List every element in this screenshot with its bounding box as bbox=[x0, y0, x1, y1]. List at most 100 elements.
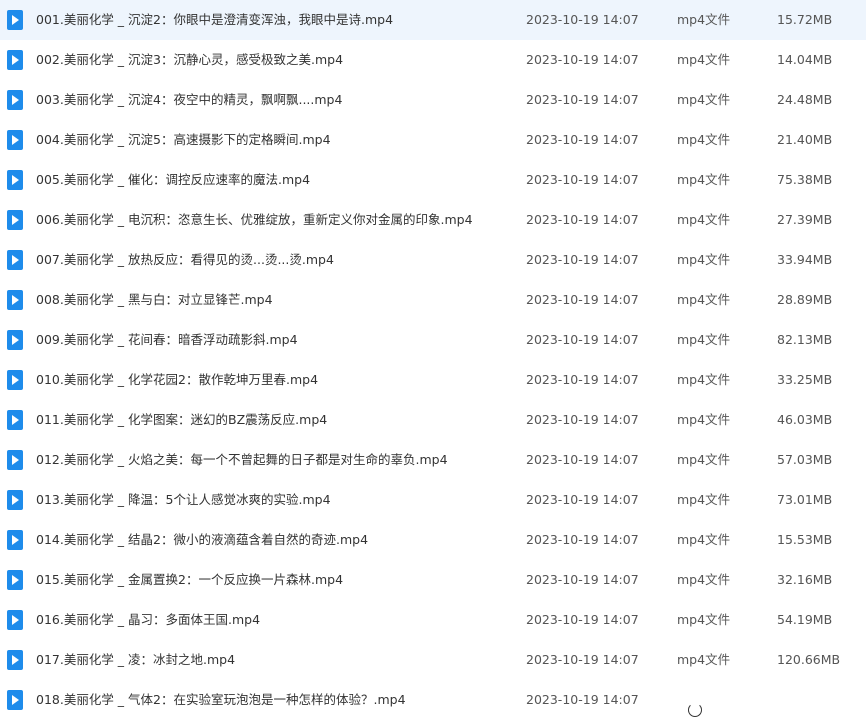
file-modified-date: 2023-10-19 14:07 bbox=[526, 172, 639, 187]
file-row[interactable]: 006.美丽化学 _ 电沉积：恣意生长、优雅绽放，重新定义你对金属的印象.mp4… bbox=[0, 200, 866, 240]
file-size: 75.38MB bbox=[777, 172, 833, 187]
file-modified-date: 2023-10-19 14:07 bbox=[526, 652, 639, 667]
file-type: mp4文件 bbox=[677, 12, 731, 27]
file-name: 005.美丽化学 _ 催化：调控反应速率的魔法.mp4 bbox=[36, 172, 311, 187]
video-file-icon bbox=[7, 250, 23, 270]
file-row[interactable]: 010.美丽化学 _ 化学花园2：散作乾坤万里春.mp4 2023-10-19 1… bbox=[0, 360, 866, 400]
file-name: 007.美丽化学 _ 放热反应：看得见的烫...烫...烫.mp4 bbox=[36, 252, 334, 267]
file-modified-date: 2023-10-19 14:07 bbox=[526, 532, 639, 547]
file-row[interactable]: 009.美丽化学 _ 花间春：暗香浮动疏影斜.mp4 2023-10-19 14:… bbox=[0, 320, 866, 360]
file-row[interactable]: 002.美丽化学 _ 沉淀3：沉静心灵，感受极致之美.mp4 2023-10-19… bbox=[0, 40, 866, 80]
file-type: mp4文件 bbox=[677, 492, 731, 507]
file-size: 27.39MB bbox=[777, 212, 833, 227]
file-name: 016.美丽化学 _ 晶习：多面体王国.mp4 bbox=[36, 612, 261, 627]
video-file-icon bbox=[7, 170, 23, 190]
file-row[interactable]: 015.美丽化学 _ 金属置换2：一个反应换一片森林.mp4 2023-10-19… bbox=[0, 560, 866, 600]
file-type: mp4文件 bbox=[677, 132, 731, 147]
file-modified-date: 2023-10-19 14:07 bbox=[526, 372, 639, 387]
file-modified-date: 2023-10-19 14:07 bbox=[526, 12, 639, 27]
video-file-icon bbox=[7, 10, 23, 30]
file-name: 006.美丽化学 _ 电沉积：恣意生长、优雅绽放，重新定义你对金属的印象.mp4 bbox=[36, 212, 473, 227]
file-row[interactable]: 017.美丽化学 _ 凌：冰封之地.mp4 2023-10-19 14:07 mp4… bbox=[0, 640, 866, 680]
file-name: 010.美丽化学 _ 化学花园2：散作乾坤万里春.mp4 bbox=[36, 372, 319, 387]
file-type: mp4文件 bbox=[677, 172, 731, 187]
file-size: 33.25MB bbox=[777, 372, 833, 387]
file-name: 011.美丽化学 _ 化学图案：迷幻的BZ震荡反应.mp4 bbox=[36, 412, 328, 427]
video-file-icon bbox=[7, 530, 23, 550]
file-type: mp4文件 bbox=[677, 532, 731, 547]
file-size: 32.16MB bbox=[777, 572, 833, 587]
file-row[interactable]: 016.美丽化学 _ 晶习：多面体王国.mp4 2023-10-19 14:07 m… bbox=[0, 600, 866, 640]
file-name: 014.美丽化学 _ 结晶2：微小的液滴蕴含着自然的奇迹.mp4 bbox=[36, 532, 369, 547]
file-type: mp4文件 bbox=[677, 372, 731, 387]
video-file-icon bbox=[7, 570, 23, 590]
video-file-icon bbox=[7, 90, 23, 110]
video-file-icon bbox=[7, 210, 23, 230]
file-size: 28.89MB bbox=[777, 292, 833, 307]
file-modified-date: 2023-10-19 14:07 bbox=[526, 572, 639, 587]
file-name: 002.美丽化学 _ 沉淀3：沉静心灵，感受极致之美.mp4 bbox=[36, 52, 344, 67]
file-type: mp4文件 bbox=[677, 652, 731, 667]
file-row[interactable]: 001.美丽化学 _ 沉淀2：你眼中是澄清变浑浊，我眼中是诗.mp4 2023-1… bbox=[0, 0, 866, 40]
file-modified-date: 2023-10-19 14:07 bbox=[526, 692, 639, 707]
file-name: 013.美丽化学 _ 降温：5个让人感觉冰爽的实验.mp4 bbox=[36, 492, 331, 507]
video-file-icon bbox=[7, 410, 23, 430]
file-size: 21.40MB bbox=[777, 132, 833, 147]
file-modified-date: 2023-10-19 14:07 bbox=[526, 52, 639, 67]
file-row[interactable]: 004.美丽化学 _ 沉淀5：高速摄影下的定格瞬间.mp4 2023-10-19 … bbox=[0, 120, 866, 160]
file-type: mp4文件 bbox=[677, 252, 731, 267]
file-size: 120.66MB bbox=[777, 652, 841, 667]
file-size bbox=[777, 680, 862, 711]
file-size: 54.19MB bbox=[777, 612, 833, 627]
video-file-icon bbox=[7, 130, 23, 150]
file-type: mp4文件 bbox=[677, 52, 731, 67]
file-name: 018.美丽化学 _ 气体2：在实验室玩泡泡是一种怎样的体验？.mp4 bbox=[36, 692, 406, 707]
file-size: 24.48MB bbox=[777, 92, 833, 107]
file-size: 57.03MB bbox=[777, 452, 833, 467]
video-file-icon bbox=[7, 370, 23, 390]
video-file-icon bbox=[7, 650, 23, 670]
file-modified-date: 2023-10-19 14:07 bbox=[526, 292, 639, 307]
video-file-icon bbox=[7, 330, 23, 350]
file-row[interactable]: 018.美丽化学 _ 气体2：在实验室玩泡泡是一种怎样的体验？.mp4 2023-… bbox=[0, 680, 866, 711]
file-row[interactable]: 005.美丽化学 _ 催化：调控反应速率的魔法.mp4 2023-10-19 14… bbox=[0, 160, 866, 200]
file-name: 003.美丽化学 _ 沉淀4：夜空中的精灵，飘啊飘....mp4 bbox=[36, 92, 343, 107]
file-type: mp4文件 bbox=[677, 292, 731, 307]
file-size: 33.94MB bbox=[777, 252, 833, 267]
file-row[interactable]: 003.美丽化学 _ 沉淀4：夜空中的精灵，飘啊飘....mp4 2023-10-… bbox=[0, 80, 866, 120]
file-name: 012.美丽化学 _ 火焰之美：每一个不曾起舞的日子都是对生命的辜负.mp4 bbox=[36, 452, 448, 467]
file-type: mp4文件 bbox=[677, 212, 731, 227]
file-modified-date: 2023-10-19 14:07 bbox=[526, 92, 639, 107]
file-row[interactable]: 012.美丽化学 _ 火焰之美：每一个不曾起舞的日子都是对生命的辜负.mp4 20… bbox=[0, 440, 866, 480]
file-name: 001.美丽化学 _ 沉淀2：你眼中是澄清变浑浊，我眼中是诗.mp4 bbox=[36, 12, 394, 27]
video-file-icon bbox=[7, 690, 23, 710]
file-row[interactable]: 013.美丽化学 _ 降温：5个让人感觉冰爽的实验.mp4 2023-10-19 … bbox=[0, 480, 866, 520]
video-file-icon bbox=[7, 610, 23, 630]
file-modified-date: 2023-10-19 14:07 bbox=[526, 452, 639, 467]
file-type: mp4文件 bbox=[677, 332, 731, 347]
file-modified-date: 2023-10-19 14:07 bbox=[526, 252, 639, 267]
file-type: mp4文件 bbox=[677, 412, 731, 427]
file-size: 15.53MB bbox=[777, 532, 833, 547]
loading-spinner-icon bbox=[688, 703, 702, 717]
file-modified-date: 2023-10-19 14:07 bbox=[526, 492, 639, 507]
file-name: 004.美丽化学 _ 沉淀5：高速摄影下的定格瞬间.mp4 bbox=[36, 132, 331, 147]
file-row[interactable]: 008.美丽化学 _ 黑与白：对立显锋芒.mp4 2023-10-19 14:07… bbox=[0, 280, 866, 320]
file-size: 73.01MB bbox=[777, 492, 833, 507]
file-list: 001.美丽化学 _ 沉淀2：你眼中是澄清变浑浊，我眼中是诗.mp4 2023-1… bbox=[0, 0, 866, 711]
video-file-icon bbox=[7, 290, 23, 310]
file-name: 009.美丽化学 _ 花间春：暗香浮动疏影斜.mp4 bbox=[36, 332, 298, 347]
video-file-icon bbox=[7, 50, 23, 70]
file-name: 008.美丽化学 _ 黑与白：对立显锋芒.mp4 bbox=[36, 292, 273, 307]
file-name: 015.美丽化学 _ 金属置换2：一个反应换一片森林.mp4 bbox=[36, 572, 344, 587]
file-row[interactable]: 007.美丽化学 _ 放热反应：看得见的烫...烫...烫.mp4 2023-10… bbox=[0, 240, 866, 280]
file-size: 82.13MB bbox=[777, 332, 833, 347]
file-size: 46.03MB bbox=[777, 412, 833, 427]
video-file-icon bbox=[7, 490, 23, 510]
file-modified-date: 2023-10-19 14:07 bbox=[526, 212, 639, 227]
file-row[interactable]: 011.美丽化学 _ 化学图案：迷幻的BZ震荡反应.mp4 2023-10-19 … bbox=[0, 400, 866, 440]
file-row[interactable]: 014.美丽化学 _ 结晶2：微小的液滴蕴含着自然的奇迹.mp4 2023-10-… bbox=[0, 520, 866, 560]
file-modified-date: 2023-10-19 14:07 bbox=[526, 132, 639, 147]
file-name: 017.美丽化学 _ 凌：冰封之地.mp4 bbox=[36, 652, 236, 667]
file-modified-date: 2023-10-19 14:07 bbox=[526, 412, 639, 427]
